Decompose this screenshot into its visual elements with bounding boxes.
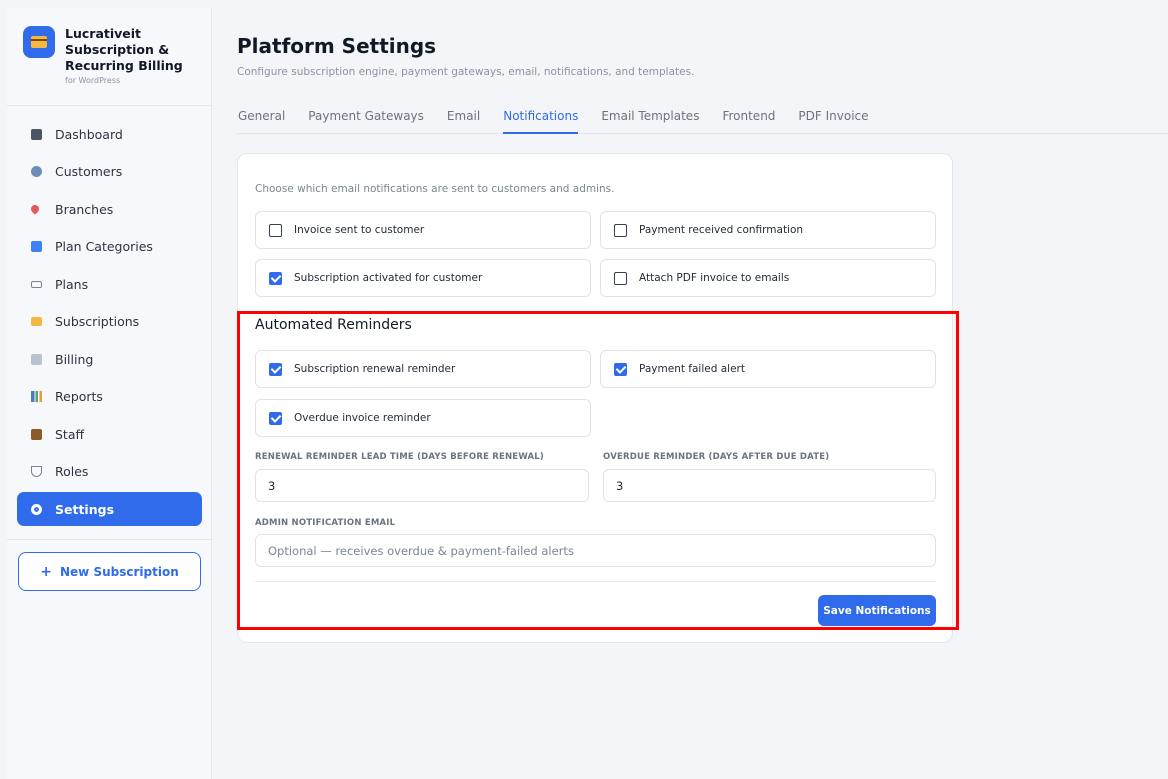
pin-icon — [29, 203, 41, 215]
credit-card-icon — [31, 36, 47, 48]
sidebar-nav: Dashboard Customers Branches Plan Catego… — [17, 117, 202, 530]
sidebar-item-label: Subscriptions — [55, 314, 140, 329]
new-subscription-button[interactable]: + New Subscription — [18, 552, 201, 591]
sidebar-item-customers[interactable]: Customers — [17, 155, 202, 189]
sidebar-item-reports[interactable]: Reports — [17, 380, 202, 414]
brand-subtitle: for WordPress — [65, 76, 121, 85]
plus-icon: + — [40, 563, 52, 580]
checkbox[interactable] — [269, 271, 282, 285]
checkbox[interactable] — [614, 223, 627, 237]
option-overdue-reminder[interactable]: Overdue invoice reminder — [255, 399, 591, 437]
option-label: Subscription activated for customer — [294, 272, 483, 284]
tab-payment-gateways[interactable]: Payment Gateways — [308, 100, 424, 133]
sidebar-divider — [7, 105, 211, 106]
sidebar-item-roles[interactable]: Roles — [17, 455, 202, 489]
sidebar-divider — [7, 539, 211, 540]
admin-email-input[interactable]: Optional — receives overdue & payment-fa… — [255, 534, 936, 567]
checkbox[interactable] — [269, 362, 282, 376]
sidebar-item-label: Billing — [55, 351, 94, 367]
sidebar-item-label: Roles — [55, 464, 89, 479]
save-notifications-button[interactable]: Save Notifications — [818, 595, 936, 626]
option-payment-received[interactable]: Payment received confirmation — [600, 211, 936, 249]
sidebar-item-label: Dashboard — [55, 126, 123, 142]
option-label: Subscription renewal reminder — [294, 363, 456, 375]
sidebar-item-label: Customers — [55, 164, 123, 179]
credit-card-icon — [31, 317, 42, 326]
overdue-days-label: OVERDUE REMINDER (DAYS AFTER DUE DATE) — [603, 452, 830, 462]
sidebar-item-label: Reports — [55, 389, 103, 404]
renewal-lead-label: RENEWAL REMINDER LEAD TIME (DAYS BEFORE … — [255, 452, 544, 462]
option-label: Attach PDF invoice to emails — [639, 272, 790, 284]
checkbox[interactable] — [269, 223, 282, 237]
notifications-card: Choose which email notifications are sen… — [237, 153, 953, 643]
brand-logo — [23, 26, 55, 58]
overdue-days-input[interactable]: 3 — [603, 469, 936, 502]
option-label: Overdue invoice reminder — [294, 412, 431, 424]
checkbox[interactable] — [614, 362, 627, 376]
bar-chart-icon — [31, 391, 42, 402]
notifications-intro: Choose which email notifications are sen… — [255, 183, 615, 195]
sidebar-item-label: Plan Categories — [55, 239, 153, 254]
renewal-lead-input[interactable]: 3 — [255, 469, 589, 502]
sidebar-item-label: Staff — [55, 426, 85, 442]
sidebar-item-label: Plans — [55, 276, 89, 292]
new-subscription-label: New Subscription — [60, 564, 179, 579]
tab-pdf-invoice[interactable]: PDF Invoice — [798, 100, 868, 133]
shield-icon — [31, 466, 42, 477]
sidebar-item-label: Settings — [55, 501, 115, 517]
users-icon — [31, 166, 42, 177]
tab-notifications[interactable]: Notifications — [503, 100, 579, 134]
tab-email[interactable]: Email — [447, 100, 480, 133]
settings-tabs: General Payment Gateways Email Notificat… — [237, 100, 1168, 134]
sidebar-item-staff[interactable]: Staff — [17, 417, 202, 451]
option-renewal-reminder[interactable]: Subscription renewal reminder — [255, 350, 591, 388]
dashboard-icon — [31, 128, 42, 140]
option-invoice-sent[interactable]: Invoice sent to customer — [255, 211, 591, 249]
option-label: Payment failed alert — [639, 363, 745, 375]
sidebar-item-branches[interactable]: Branches — [17, 192, 202, 226]
receipt-icon — [31, 353, 42, 365]
briefcase-icon — [31, 428, 42, 440]
option-attach-pdf[interactable]: Attach PDF invoice to emails — [600, 259, 936, 297]
page-title: Platform Settings — [237, 34, 437, 58]
checkbox[interactable] — [614, 271, 627, 285]
option-label: Payment received confirmation — [639, 224, 804, 236]
sidebar-item-subscriptions[interactable]: Subscriptions — [17, 305, 202, 339]
tab-general[interactable]: General — [238, 100, 285, 133]
sidebar-item-plan-categories[interactable]: Plan Categories — [17, 230, 202, 264]
sidebar-item-billing[interactable]: Billing — [17, 342, 202, 376]
option-subscription-activated[interactable]: Subscription activated for customer — [255, 259, 591, 297]
tag-icon — [31, 280, 42, 288]
automated-reminders-title: Automated Reminders — [255, 317, 412, 333]
page-subtitle: Configure subscription engine, payment g… — [237, 66, 695, 78]
brand-title: Lucrativeit Subscription & Recurring Bil… — [65, 26, 183, 73]
admin-email-label: ADMIN NOTIFICATION EMAIL — [255, 518, 396, 528]
sidebar: Lucrativeit Subscription & Recurring Bil… — [7, 8, 212, 779]
tab-frontend[interactable]: Frontend — [722, 100, 775, 133]
option-payment-failed[interactable]: Payment failed alert — [600, 350, 936, 388]
folder-icon — [31, 241, 42, 252]
checkbox[interactable] — [269, 411, 282, 425]
gear-icon — [31, 503, 42, 515]
card-divider — [255, 581, 936, 582]
sidebar-item-plans[interactable]: Plans — [17, 267, 202, 301]
option-label: Invoice sent to customer — [294, 224, 425, 236]
sidebar-item-settings[interactable]: Settings — [17, 492, 202, 526]
tab-email-templates[interactable]: Email Templates — [601, 100, 699, 133]
sidebar-item-dashboard[interactable]: Dashboard — [17, 117, 202, 151]
sidebar-item-label: Branches — [55, 201, 114, 217]
brand: Lucrativeit Subscription & Recurring Bil… — [23, 26, 185, 85]
